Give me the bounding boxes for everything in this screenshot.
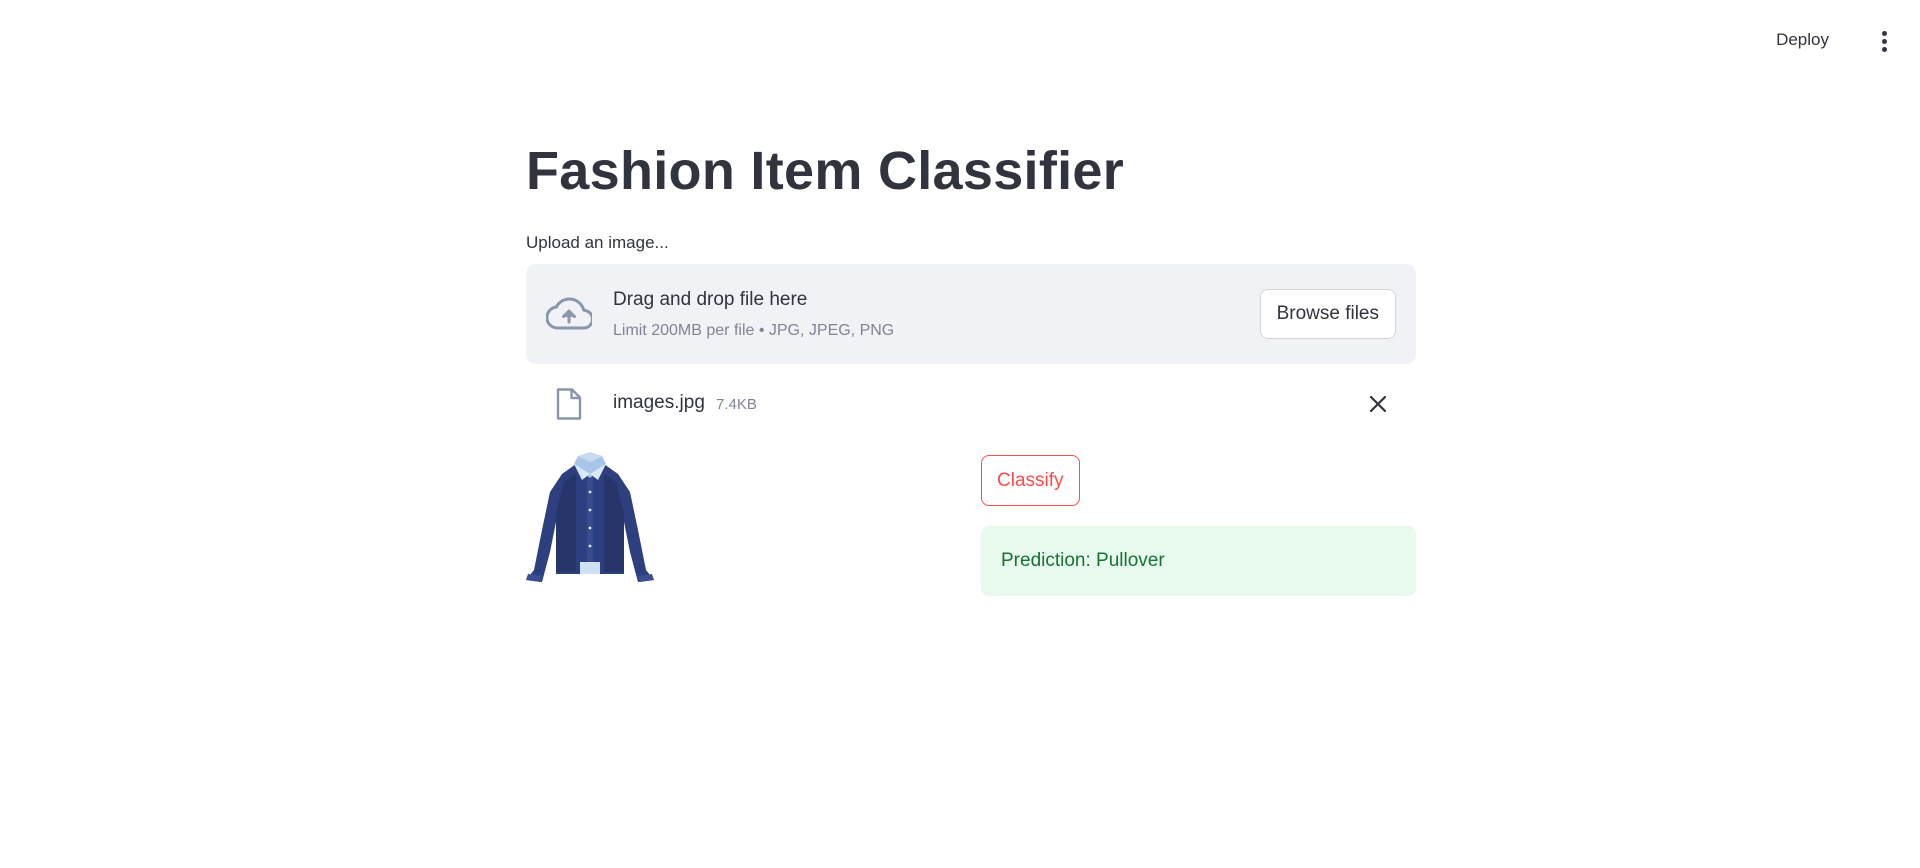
uploaded-file-row: images.jpg 7.4KB [526, 384, 1416, 424]
menu-dot [1881, 38, 1887, 44]
uploader-label: Upload an image... [526, 233, 669, 252]
cloud-upload-icon [546, 297, 592, 330]
prediction-alert: Prediction: Pullover [981, 526, 1416, 596]
browse-files-button[interactable]: Browse files [1259, 289, 1396, 339]
file-icon [556, 388, 582, 420]
prediction-text: Prediction: Pullover [1001, 550, 1165, 571]
dropzone-title: Drag and drop file here [613, 289, 808, 310]
more-vert-icon[interactable] [1874, 28, 1894, 54]
deploy-button[interactable]: Deploy [1768, 26, 1837, 54]
file-dropzone[interactable]: Drag and drop file here Limit 200MB per … [526, 264, 1416, 364]
menu-dot [1881, 46, 1887, 52]
uploaded-image-preview [526, 452, 654, 582]
page-title: Fashion Item Classifier [526, 141, 1125, 201]
dropzone-limit-text: Limit 200MB per file • JPG, JPEG, PNG [613, 322, 895, 339]
top-toolbar: Deploy [0, 0, 1920, 80]
close-icon[interactable] [1368, 394, 1388, 414]
classify-button[interactable]: Classify [981, 455, 1080, 506]
uploaded-file-size: 7.4KB [716, 396, 757, 413]
menu-dot [1881, 30, 1887, 36]
uploaded-file-name: images.jpg [613, 392, 705, 413]
